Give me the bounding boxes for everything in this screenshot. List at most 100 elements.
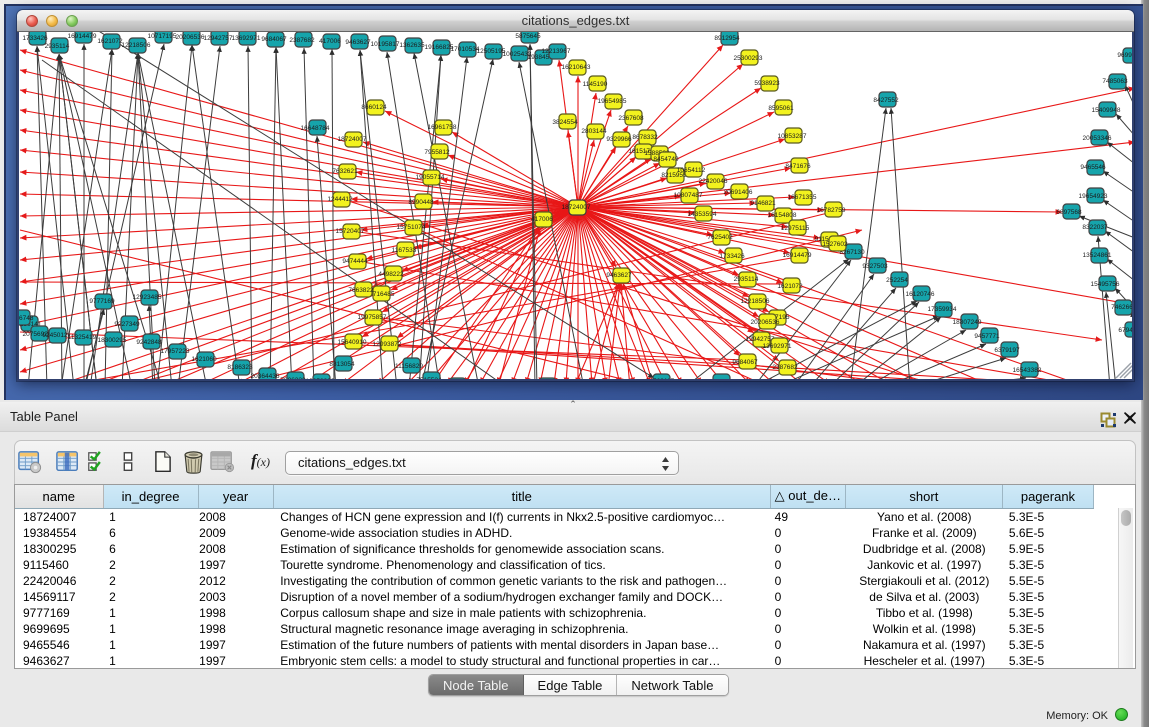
svg-text:16154808: 16154808 xyxy=(768,212,797,219)
svg-text:8660124: 8660124 xyxy=(361,104,387,111)
svg-text:1621072: 1621072 xyxy=(777,283,803,290)
svg-text:7632621: 7632621 xyxy=(332,168,358,175)
svg-text:417006: 417006 xyxy=(531,216,553,223)
svg-text:9699695: 9699695 xyxy=(1117,52,1134,59)
svg-text:2935114: 2935114 xyxy=(45,43,70,50)
svg-text:11156829: 11156829 xyxy=(395,363,423,370)
svg-text:7625402: 7625402 xyxy=(707,234,733,241)
svg-text:1733426: 1733426 xyxy=(719,253,745,260)
svg-text:10853287: 10853287 xyxy=(778,133,807,140)
svg-text:8912954: 8912954 xyxy=(714,35,740,42)
svg-text:15720407: 15720407 xyxy=(336,228,365,235)
svg-text:4498222: 4498222 xyxy=(378,271,404,278)
svg-text:14569117: 14569117 xyxy=(646,378,675,381)
svg-text:20053346: 20053346 xyxy=(1083,135,1112,142)
svg-text:1621072: 1621072 xyxy=(97,38,123,45)
svg-text:8595061: 8595061 xyxy=(768,105,794,112)
svg-text:16648784: 16648784 xyxy=(301,125,330,132)
svg-text:15751074: 15751074 xyxy=(397,224,426,231)
svg-text:9245012: 9245012 xyxy=(42,332,68,339)
svg-text:18807249: 18807249 xyxy=(953,319,982,326)
svg-text:19654923: 19654923 xyxy=(1079,193,1108,200)
svg-text:8471676: 8471676 xyxy=(785,163,811,170)
svg-text:8427552: 8427552 xyxy=(873,97,899,104)
svg-text:2387682: 2387682 xyxy=(772,364,798,371)
svg-text:15640910: 15640910 xyxy=(338,339,367,346)
svg-text:2367608: 2367608 xyxy=(618,115,644,122)
svg-text:7485063: 7485063 xyxy=(1102,78,1128,85)
svg-text:1145190: 1145190 xyxy=(583,81,608,88)
svg-text:16914479: 16914479 xyxy=(783,252,812,259)
svg-text:17010534: 17010534 xyxy=(451,46,480,53)
svg-text:7515524: 7515524 xyxy=(416,377,442,381)
svg-text:8813054: 8813054 xyxy=(329,361,355,368)
svg-text:9329966: 9329966 xyxy=(606,136,632,143)
svg-text:8322037: 8322037 xyxy=(1082,224,1108,231)
svg-text:252254: 252254 xyxy=(886,277,908,284)
svg-text:6379197: 6379197 xyxy=(994,347,1020,354)
svg-text:8454749: 8454749 xyxy=(653,156,679,163)
svg-text:13692971: 13692971 xyxy=(763,343,792,350)
svg-text:16671355: 16671355 xyxy=(788,194,817,201)
svg-text:16782759: 16782759 xyxy=(817,207,846,214)
svg-text:12213967: 12213967 xyxy=(542,48,571,55)
svg-text:2803144: 2803144 xyxy=(581,128,607,135)
svg-text:16914479: 16914479 xyxy=(68,33,97,40)
svg-text:8186323: 8186323 xyxy=(227,364,253,371)
svg-text:2935114: 2935114 xyxy=(734,276,759,283)
svg-text:7955812: 7955812 xyxy=(424,149,450,156)
svg-text:1244412: 1244412 xyxy=(327,196,353,203)
svg-text:20206536: 20206536 xyxy=(751,319,780,326)
svg-text:417006: 417006 xyxy=(319,38,341,45)
svg-text:12505195: 12505195 xyxy=(477,48,506,55)
svg-text:12218506: 12218506 xyxy=(122,42,151,49)
svg-text:1621060: 1621060 xyxy=(191,356,217,363)
svg-text:15409948: 15409948 xyxy=(1092,107,1121,114)
svg-text:17957223: 17957223 xyxy=(161,348,190,355)
svg-text:3824554: 3824554 xyxy=(552,119,578,126)
svg-text:9777169: 9777169 xyxy=(89,298,115,305)
svg-text:19654985: 19654985 xyxy=(598,98,627,105)
svg-text:12975115: 12975115 xyxy=(781,225,810,232)
svg-text:9327503: 9327503 xyxy=(862,263,888,270)
svg-text:9684067: 9684067 xyxy=(732,359,758,366)
svg-text:16961758: 16961758 xyxy=(428,124,457,131)
svg-text:19166825: 19166825 xyxy=(425,44,454,51)
svg-text:10807487: 10807487 xyxy=(674,192,703,199)
svg-text:5875645: 5875645 xyxy=(515,33,541,40)
svg-text:12923485: 12923485 xyxy=(133,294,162,301)
svg-text:18724007: 18724007 xyxy=(338,136,367,143)
svg-text:6794028: 6794028 xyxy=(1118,327,1134,334)
svg-text:1362635: 1362635 xyxy=(399,42,425,49)
svg-text:7663822: 7663822 xyxy=(348,287,374,294)
svg-text:1733426: 1733426 xyxy=(22,35,48,42)
svg-text:8678332: 8678332 xyxy=(632,134,658,141)
svg-text:13692971: 13692971 xyxy=(232,35,261,42)
svg-text:9465546: 9465546 xyxy=(1080,164,1106,171)
svg-text:9457771: 9457771 xyxy=(974,333,1000,340)
svg-text:10717195: 10717195 xyxy=(148,33,177,40)
svg-text:10654112: 10654112 xyxy=(677,167,706,174)
svg-text:1167533: 1167533 xyxy=(392,247,417,254)
svg-text:16053809: 16053809 xyxy=(306,378,335,381)
svg-text:10195817: 10195817 xyxy=(371,41,400,48)
svg-text:746266: 746266 xyxy=(1111,304,1133,311)
svg-text:10973493: 10973493 xyxy=(706,379,735,381)
svg-text:13524861: 13524861 xyxy=(1083,252,1112,259)
svg-text:19975857: 19975857 xyxy=(358,314,387,321)
svg-text:14353594: 14353594 xyxy=(688,211,717,218)
svg-text:9474444: 9474444 xyxy=(342,258,368,265)
svg-text:12093872: 12093872 xyxy=(373,341,402,348)
svg-text:20206536: 20206536 xyxy=(176,34,205,41)
svg-text:1527602: 1527602 xyxy=(822,241,848,248)
svg-text:9463627: 9463627 xyxy=(345,39,371,46)
svg-text:16120746: 16120746 xyxy=(906,291,935,298)
svg-text:18724007: 18724007 xyxy=(562,204,591,211)
svg-text:11325419: 11325419 xyxy=(68,334,97,341)
svg-text:16210643: 16210643 xyxy=(562,64,591,71)
svg-text:2387682: 2387682 xyxy=(289,37,315,44)
svg-text:17359934: 17359934 xyxy=(928,306,957,313)
svg-text:9227349: 9227349 xyxy=(114,321,140,328)
svg-text:9463627: 9463627 xyxy=(606,272,632,279)
svg-text:9684067: 9684067 xyxy=(261,36,287,43)
